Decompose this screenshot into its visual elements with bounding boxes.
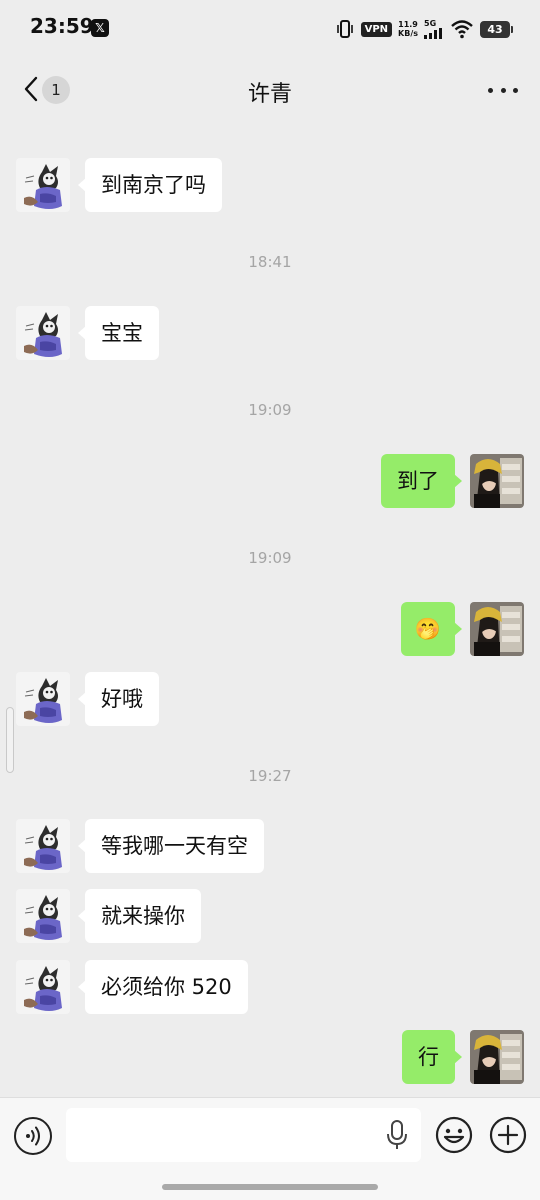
message-timestamp: 18:41 — [248, 253, 292, 271]
message-list[interactable]: 到南京了吗 18:41 宝宝 19:09 到了 19:09 🤭 好哦 19:27… — [0, 122, 540, 1097]
input-bar — [0, 1097, 540, 1200]
network-speed: 11.9 KB/s — [398, 20, 418, 38]
signal-bars-icon — [424, 28, 442, 39]
scroll-handle[interactable] — [6, 707, 14, 773]
chat-title: 许青 — [247, 82, 292, 107]
status-indicators: VPN 11.9 KB/s 5G 43 — [335, 16, 513, 42]
message-timestamp: 19:27 — [248, 767, 292, 785]
status-time: 23:59 — [30, 14, 94, 38]
message-timestamp: 19:09 — [248, 401, 292, 419]
emoji-message-bubble[interactable]: 🤭 — [400, 602, 463, 656]
message-bubble[interactable]: 行 — [402, 1030, 462, 1084]
self-avatar[interactable] — [470, 454, 524, 508]
status-bar: 23:59 𝕏 VPN 11.9 KB/s 5G 43 — [0, 0, 540, 56]
microphone-icon[interactable] — [386, 1120, 408, 1150]
message-bubble[interactable]: 宝宝 — [78, 306, 159, 360]
message-bubble[interactable]: 到南京了吗 — [78, 158, 222, 212]
voice-icon — [26, 1126, 40, 1146]
voice-mode-button[interactable] — [14, 1117, 52, 1155]
wifi-icon — [451, 20, 473, 39]
message-bubble[interactable]: 必须给你 520 — [78, 960, 248, 1014]
message-bubble[interactable]: 就来操你 — [78, 889, 201, 943]
ellipsis-icon — [488, 87, 493, 93]
contact-avatar[interactable] — [16, 889, 70, 943]
more-options-button[interactable] — [488, 78, 518, 102]
contact-avatar[interactable] — [16, 672, 70, 726]
battery-icon: 43 — [480, 20, 513, 38]
message-bubble[interactable]: 好哦 — [78, 672, 159, 726]
contact-avatar[interactable] — [16, 819, 70, 873]
cellular-signal: 5G — [424, 19, 444, 39]
self-avatar[interactable] — [470, 1030, 524, 1084]
home-indicator[interactable] — [162, 1184, 378, 1190]
contact-avatar[interactable] — [16, 960, 70, 1014]
message-bubble[interactable]: 等我哪一天有空 — [78, 819, 264, 873]
plus-icon[interactable] — [489, 1116, 527, 1154]
self-avatar[interactable] — [470, 602, 524, 656]
chat-header: 1 许青 — [0, 56, 540, 122]
vpn-badge: VPN — [360, 21, 393, 37]
message-input[interactable] — [66, 1108, 421, 1162]
contact-avatar[interactable] — [16, 306, 70, 360]
contact-avatar[interactable] — [16, 158, 70, 212]
vibrate-icon — [336, 20, 353, 38]
emoji-icon[interactable] — [435, 1116, 473, 1154]
message-bubble[interactable]: 到了 — [381, 454, 462, 508]
message-timestamp: 19:09 — [248, 549, 292, 567]
x-app-icon: 𝕏 — [91, 19, 109, 37]
